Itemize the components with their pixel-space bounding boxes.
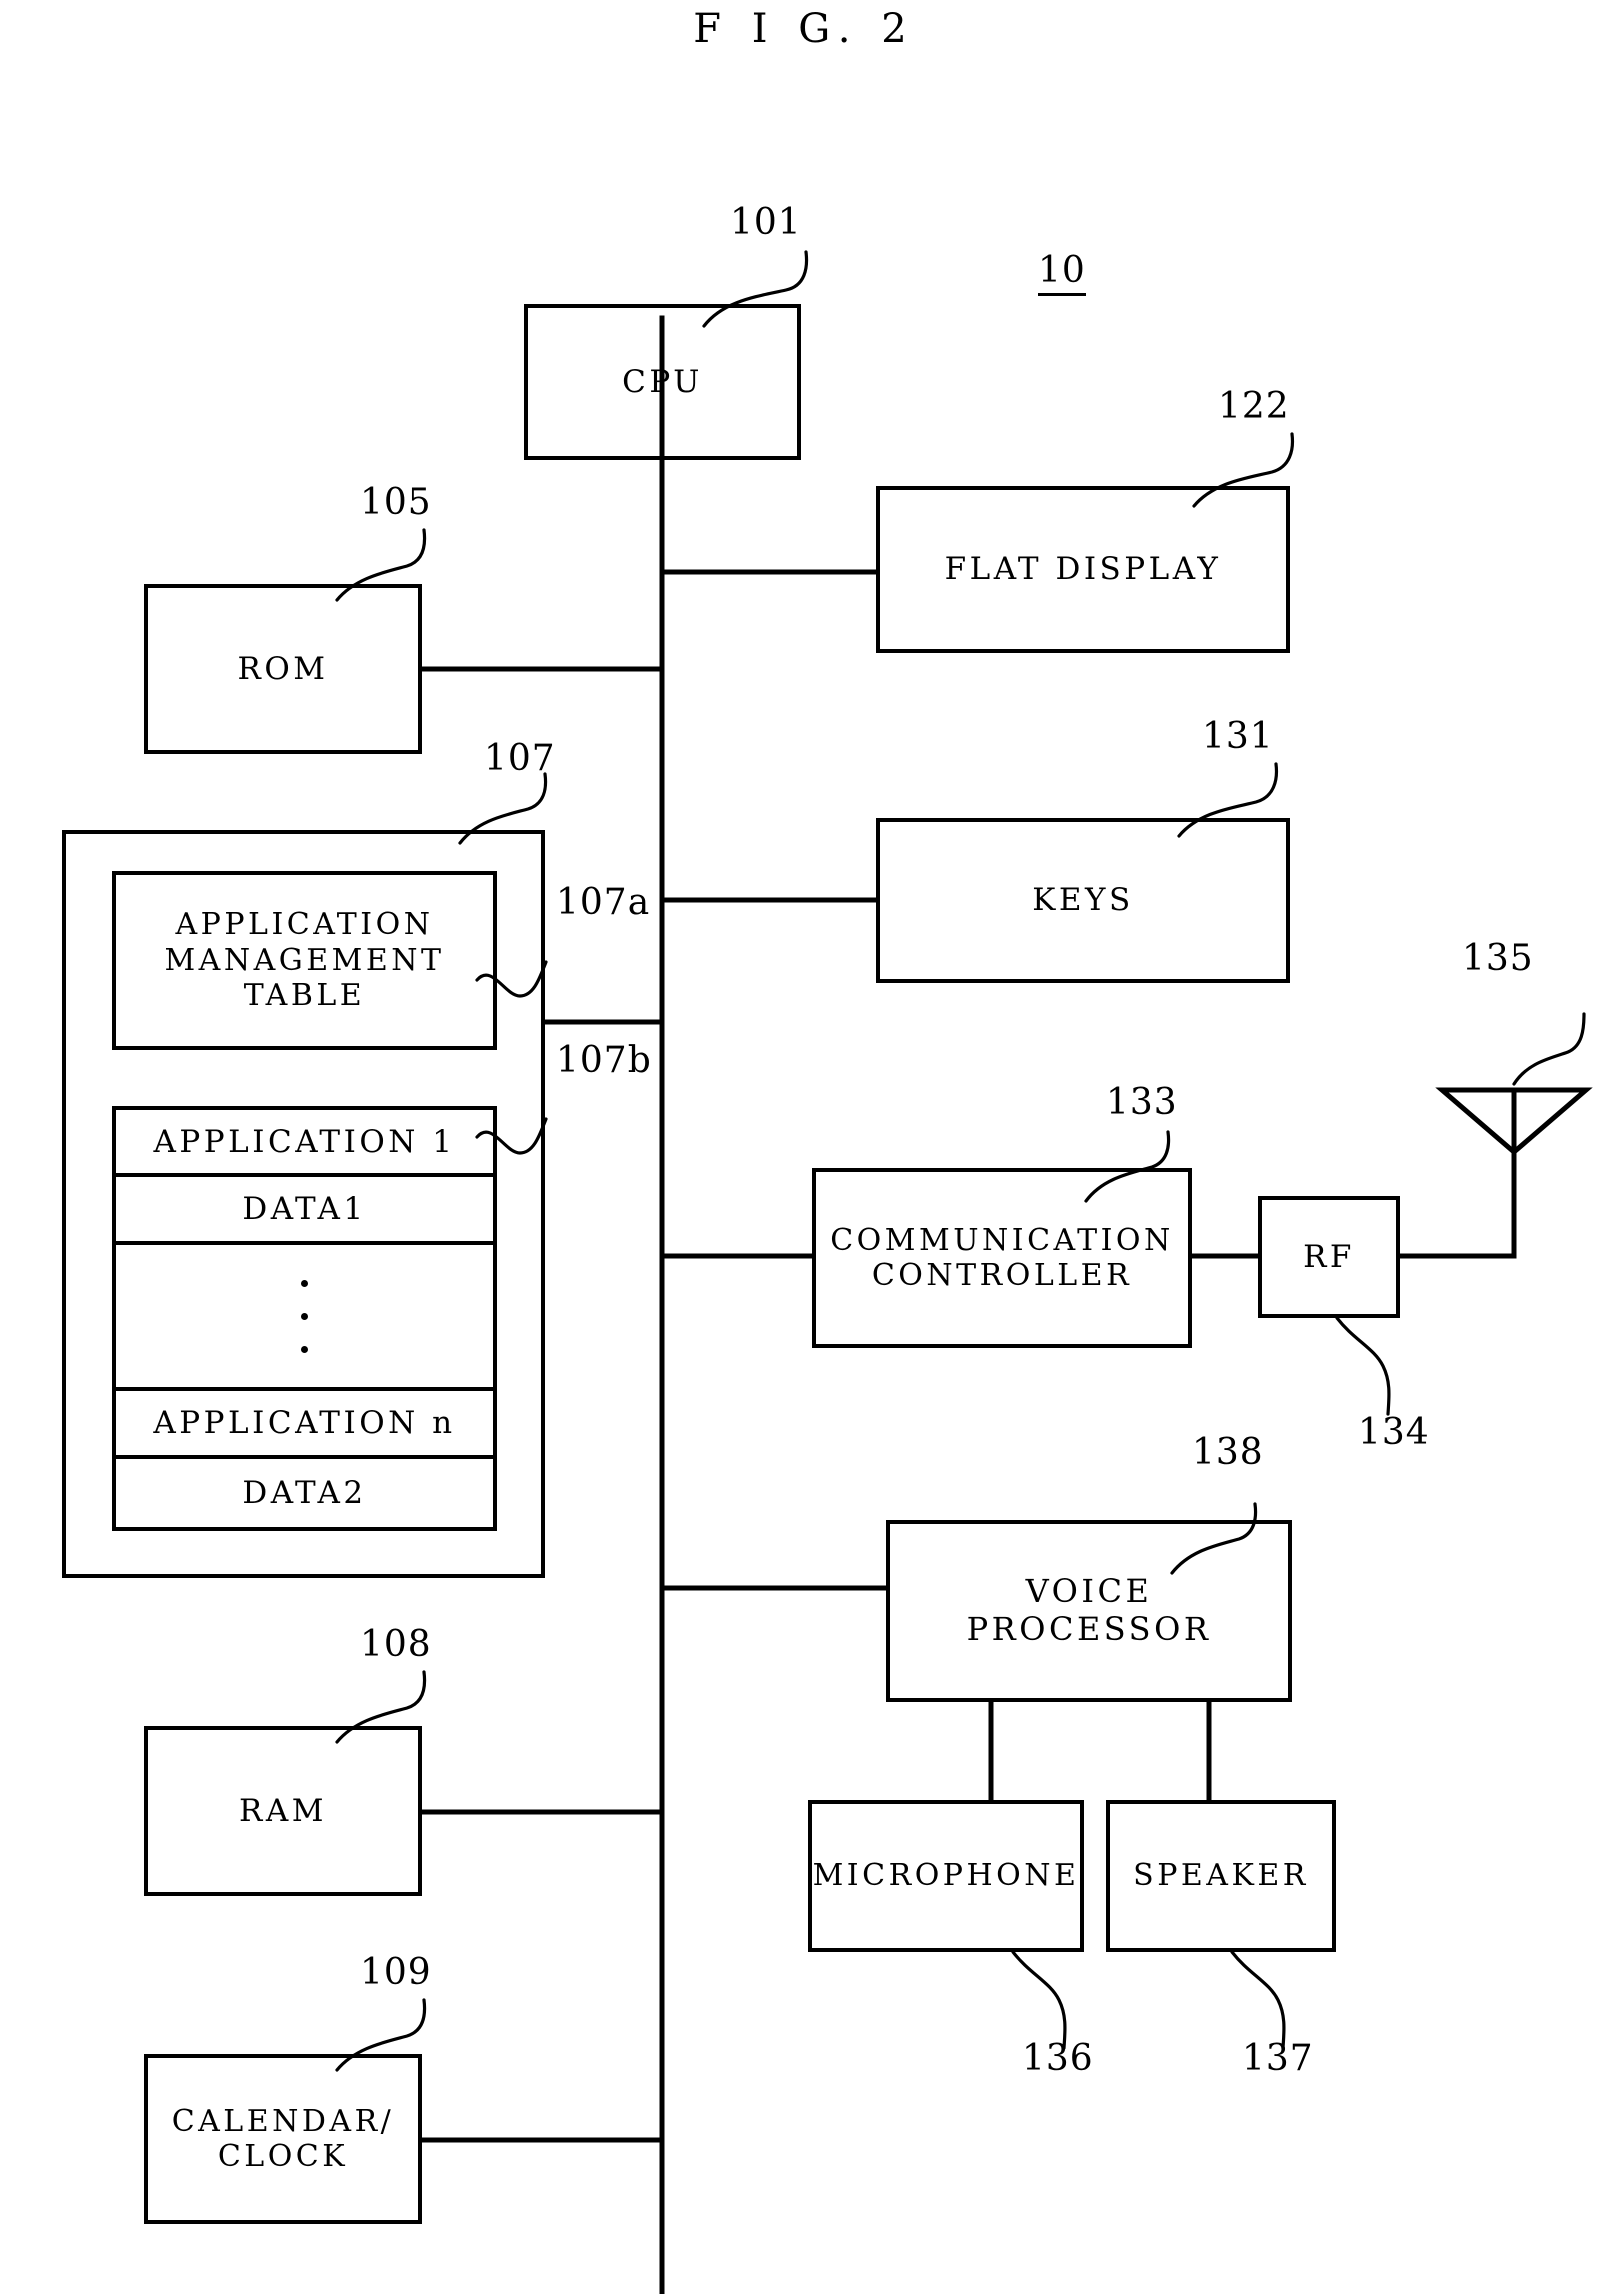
ref-101: 101 — [730, 202, 802, 243]
ellipsis-dot — [301, 1279, 308, 1287]
block-application-management-table-label: APPLICATION MANAGEMENT TABLE — [164, 907, 445, 1014]
ellipsis-dot — [301, 1345, 308, 1353]
figure-title: F I G. 2 — [693, 6, 916, 52]
block-microphone-label: MICROPHONE — [812, 1858, 1080, 1894]
ref-107b: 107b — [556, 1040, 652, 1081]
ref-107: 107 — [484, 738, 556, 779]
block-voice-processor-label: VOICE PROCESSOR — [966, 1572, 1212, 1648]
list-item-ellipsis — [116, 1245, 493, 1392]
ref-109: 109 — [360, 1952, 432, 1993]
block-cpu[interactable]: CPU — [524, 304, 801, 460]
ellipsis-dot — [301, 1312, 308, 1320]
block-flat-display[interactable]: FLAT DISPLAY — [876, 486, 1290, 653]
patent-figure-page: F I G. 2 10 CPU 101 FLAT DISPLAY 122 ROM… — [0, 0, 1609, 2294]
block-calendar-clock[interactable]: CALENDAR/ CLOCK — [144, 2054, 422, 2224]
list-item[interactable]: APPLICATION 1 — [116, 1110, 493, 1178]
block-voice-processor[interactable]: VOICE PROCESSOR — [886, 1520, 1292, 1702]
ref-134: 134 — [1358, 1412, 1430, 1453]
list-item[interactable]: DATA1 — [116, 1177, 493, 1245]
block-ram-label: RAM — [239, 1792, 327, 1829]
ref-133: 133 — [1106, 1082, 1178, 1123]
ref-122: 122 — [1218, 386, 1290, 427]
block-application-list: APPLICATION 1 DATA1 APPLICATION n DATA2 — [112, 1106, 497, 1531]
system-reference-label: 10 — [1038, 250, 1086, 296]
list-item[interactable]: DATA2 — [116, 1459, 493, 1527]
block-rf[interactable]: RF — [1258, 1196, 1400, 1318]
block-microphone[interactable]: MICROPHONE — [808, 1800, 1084, 1952]
list-item[interactable]: APPLICATION n — [116, 1391, 493, 1459]
antenna-symbol — [1435, 1087, 1593, 1156]
ref-137: 137 — [1242, 2038, 1314, 2079]
ref-136: 136 — [1022, 2038, 1094, 2079]
block-ram[interactable]: RAM — [144, 1726, 422, 1896]
ref-108: 108 — [360, 1624, 432, 1665]
block-rom-label: ROM — [237, 650, 329, 687]
ref-138: 138 — [1192, 1432, 1264, 1473]
block-application-management-table[interactable]: APPLICATION MANAGEMENT TABLE — [112, 871, 497, 1050]
block-keys-label: KEYS — [1032, 882, 1134, 919]
block-rom[interactable]: ROM — [144, 584, 422, 754]
block-communication-controller-label: COMMUNICATION CONTROLLER — [830, 1222, 1174, 1293]
block-keys[interactable]: KEYS — [876, 818, 1290, 983]
ref-135: 135 — [1462, 938, 1534, 979]
block-calendar-clock-label: CALENDAR/ CLOCK — [171, 2103, 395, 2174]
block-cpu-label: CPU — [622, 363, 703, 400]
ref-107a: 107a — [556, 882, 651, 923]
block-speaker-label: SPEAKER — [1133, 1858, 1309, 1894]
block-rf-label: RF — [1303, 1238, 1355, 1275]
ref-105: 105 — [360, 482, 432, 523]
block-speaker[interactable]: SPEAKER — [1106, 1800, 1336, 1952]
block-flat-display-label: FLAT DISPLAY — [944, 551, 1222, 588]
block-communication-controller[interactable]: COMMUNICATION CONTROLLER — [812, 1168, 1192, 1348]
ref-131: 131 — [1202, 716, 1274, 757]
